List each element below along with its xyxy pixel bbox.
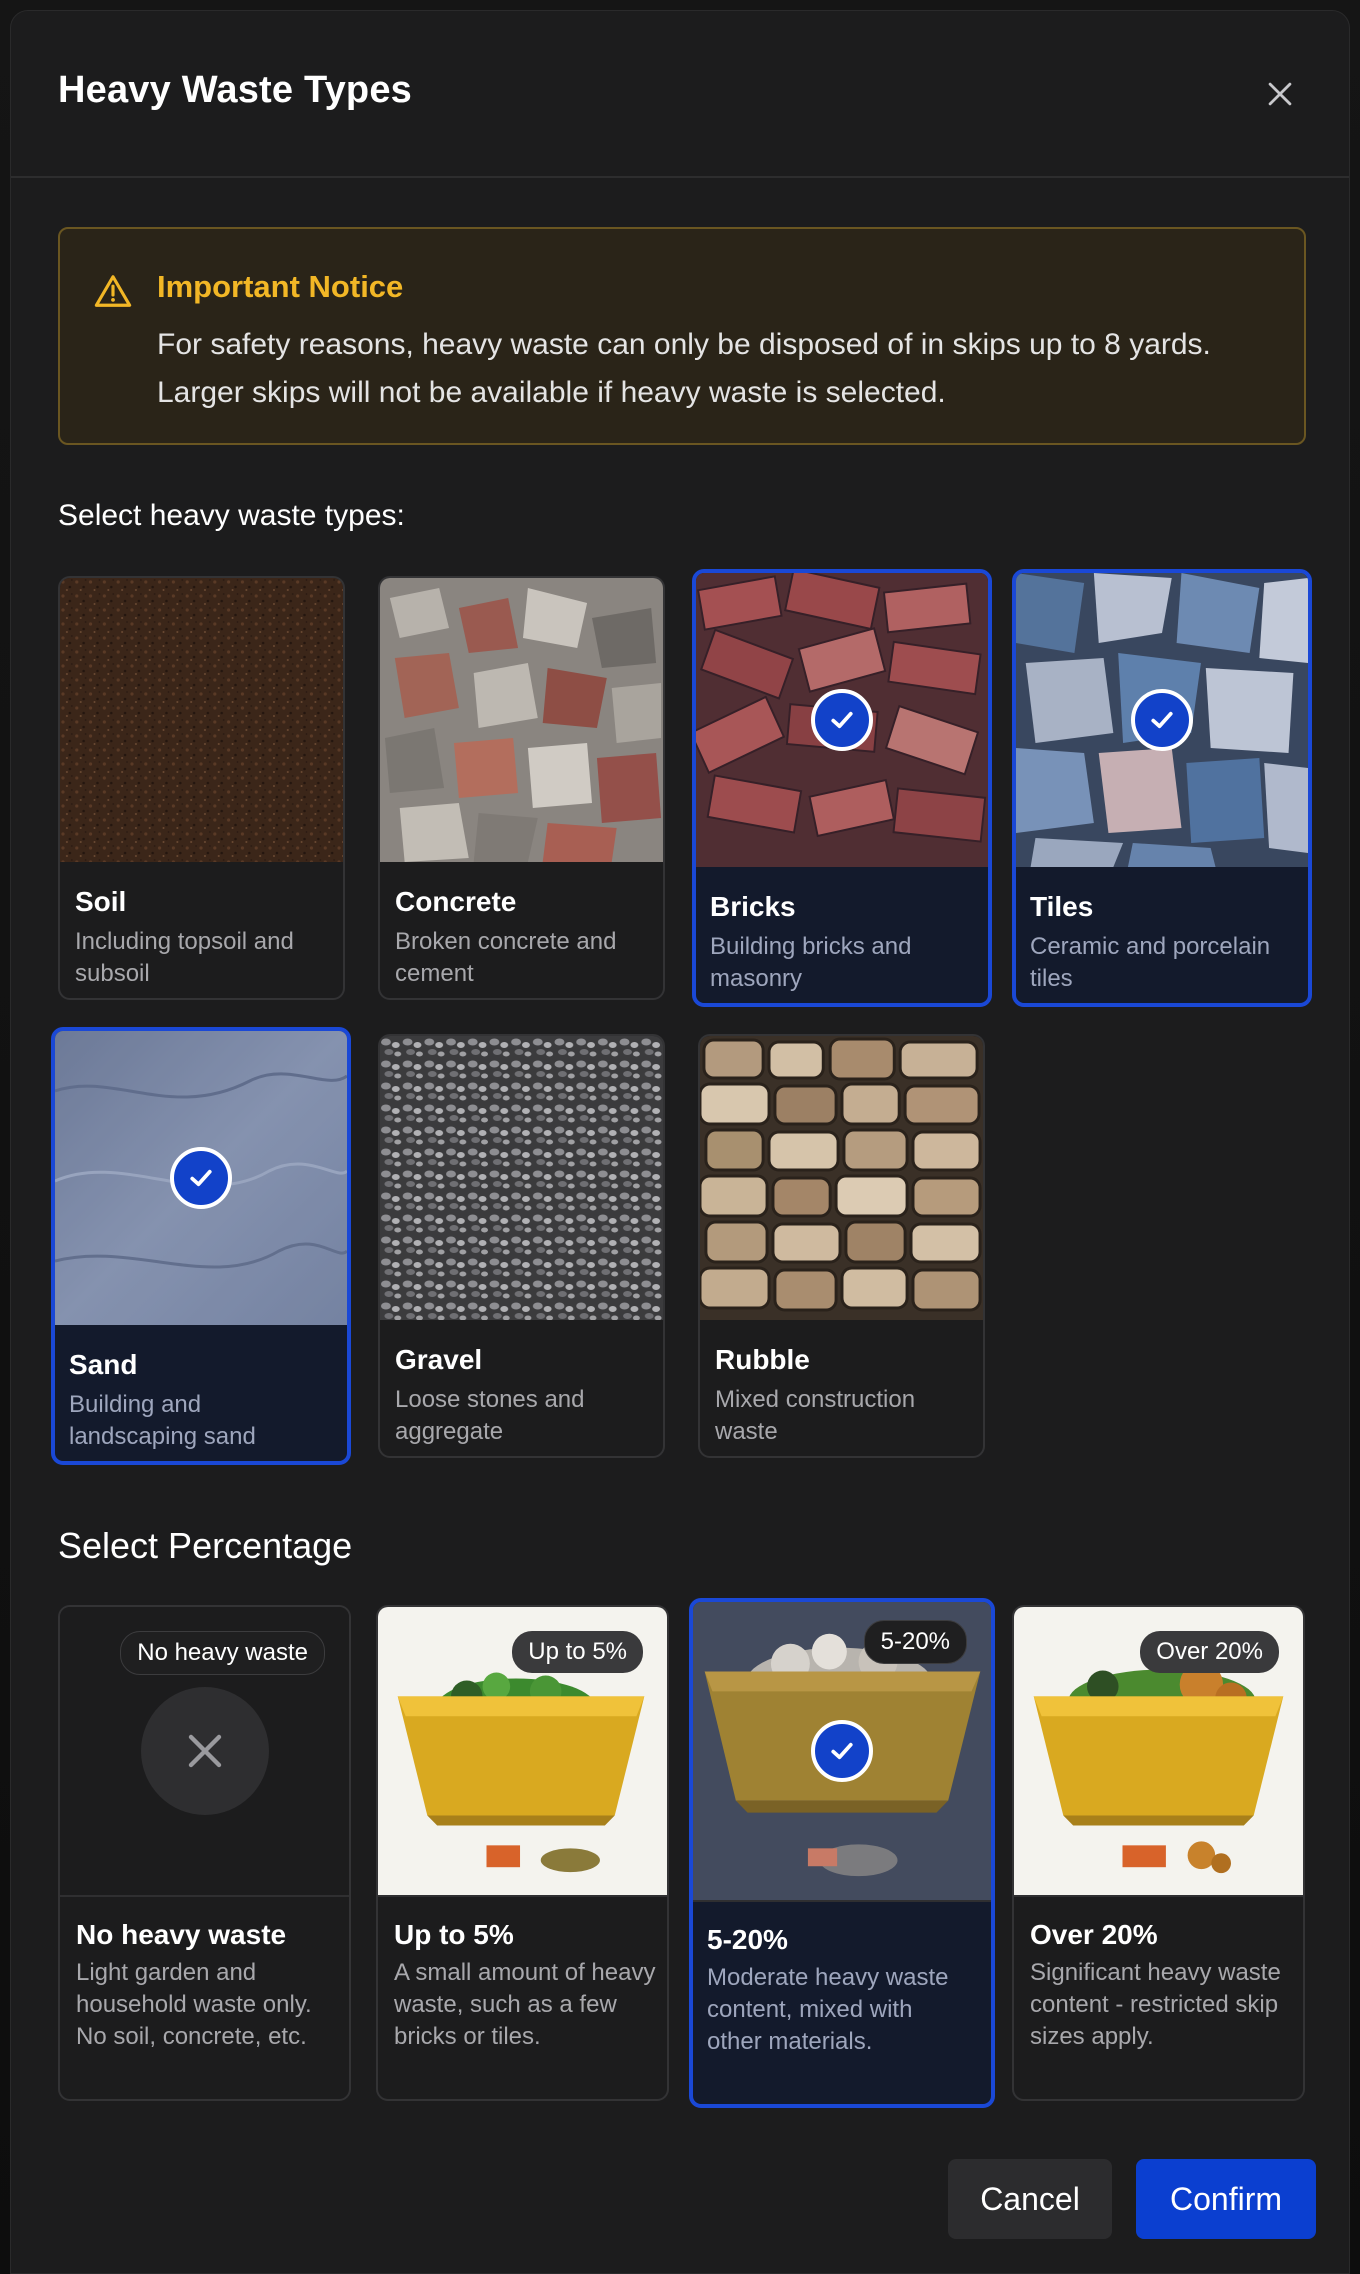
confirm-button[interactable]: Confirm [1136, 2159, 1316, 2239]
waste-card-soil[interactable]: Soil Including topsoil and subsoil [58, 576, 345, 1000]
selected-check-icon [811, 689, 873, 751]
waste-name: Bricks [710, 891, 796, 922]
waste-desc: Broken concrete and cement [395, 928, 617, 987]
close-button[interactable] [1263, 77, 1297, 111]
waste-card-concrete[interactable]: Concrete Broken concrete and cement [378, 576, 665, 1000]
waste-name: Tiles [1030, 891, 1094, 922]
waste-name: Concrete [395, 886, 517, 917]
skip-up-to-5-image: Up to 5% [378, 1607, 667, 1897]
waste-name: Gravel [395, 1344, 483, 1375]
no-heavy-waste-icon [141, 1687, 269, 1815]
heavy-waste-modal: Heavy Waste Types Important Notice For s… [10, 10, 1350, 2274]
modal-title: Heavy Waste Types [58, 69, 413, 111]
percentage-desc: Significant heavy waste content - restri… [1030, 1959, 1281, 2050]
waste-card-tiles[interactable]: Tiles Ceramic and porcelain tiles [1012, 569, 1312, 1007]
percentage-name: Over 20% [1030, 1919, 1158, 1950]
waste-desc: Building and landscaping sand [69, 1391, 256, 1450]
important-notice: Important Notice For safety reasons, hea… [58, 227, 1306, 445]
percentage-desc: A small amount of heavy waste, such as a… [394, 1959, 656, 2050]
close-icon [1268, 82, 1292, 106]
percentage-desc: Light garden and household waste only. N… [76, 1959, 312, 2050]
skip-5-20-image: 5-20% [693, 1602, 991, 1902]
percentage-name: No heavy waste [76, 1919, 287, 1950]
waste-card-sand[interactable]: Sand Building and landscaping sand [51, 1027, 351, 1465]
notice-text: For safety reasons, heavy waste can only… [157, 328, 1211, 409]
soil-image [60, 578, 343, 862]
percentage-desc: Moderate heavy waste content, mixed with… [707, 1964, 949, 2055]
percentage-heading: Select Percentage [58, 1525, 353, 1566]
tiles-image [1016, 573, 1308, 867]
percentage-name: 5-20% [707, 1924, 788, 1955]
waste-card-rubble[interactable]: Rubble Mixed construction waste [698, 1034, 985, 1458]
percentage-card-none[interactable]: No heavy waste No heavy waste Light gard… [58, 1605, 351, 2101]
percentage-card-over-20[interactable]: Over 20% Over 20% Significant heavy wast… [1012, 1605, 1305, 2101]
selected-check-icon [170, 1147, 232, 1209]
warning-icon [94, 275, 132, 307]
skip-over-20-image: Over 20% [1014, 1607, 1303, 1897]
waste-name: Soil [75, 886, 127, 917]
percentage-card-up-to-5[interactable]: Up to 5% Up to 5% A small amount of heav… [376, 1605, 669, 2101]
waste-desc: Building bricks and masonry [710, 933, 912, 992]
waste-desc: Loose stones and aggregate [395, 1386, 585, 1445]
percentage-name: Up to 5% [394, 1919, 514, 1950]
waste-desc: Including topsoil and subsoil [75, 928, 294, 987]
waste-card-bricks[interactable]: Bricks Building bricks and masonry [692, 569, 992, 1007]
waste-name: Rubble [715, 1344, 810, 1375]
notice-title: Important Notice [157, 269, 404, 304]
waste-types-heading: Select heavy waste types: [58, 499, 405, 532]
percentage-badge: 5-20% [863, 1620, 967, 1664]
percentage-card-5-20[interactable]: 5-20% 5-20% Moderate heavy waste content… [689, 1598, 995, 2108]
selected-check-icon [811, 1720, 873, 1782]
no-waste-image: No heavy waste [60, 1607, 349, 1897]
concrete-image [380, 578, 663, 862]
percentage-badge: Over 20% [1140, 1631, 1279, 1673]
bricks-image [696, 573, 988, 867]
waste-name: Sand [69, 1349, 138, 1380]
modal-header: Heavy Waste Types [11, 11, 1349, 178]
percentage-badge: No heavy waste [120, 1631, 325, 1675]
selected-check-icon [1131, 689, 1193, 751]
percentage-badge: Up to 5% [512, 1631, 643, 1673]
waste-card-gravel[interactable]: Gravel Loose stones and aggregate [378, 1034, 665, 1458]
waste-desc: Ceramic and porcelain tiles [1030, 933, 1271, 992]
rubble-image [700, 1036, 983, 1320]
gravel-image [380, 1036, 663, 1320]
sand-image [55, 1031, 347, 1325]
waste-desc: Mixed construction waste [715, 1386, 916, 1445]
cancel-button[interactable]: Cancel [948, 2159, 1112, 2239]
